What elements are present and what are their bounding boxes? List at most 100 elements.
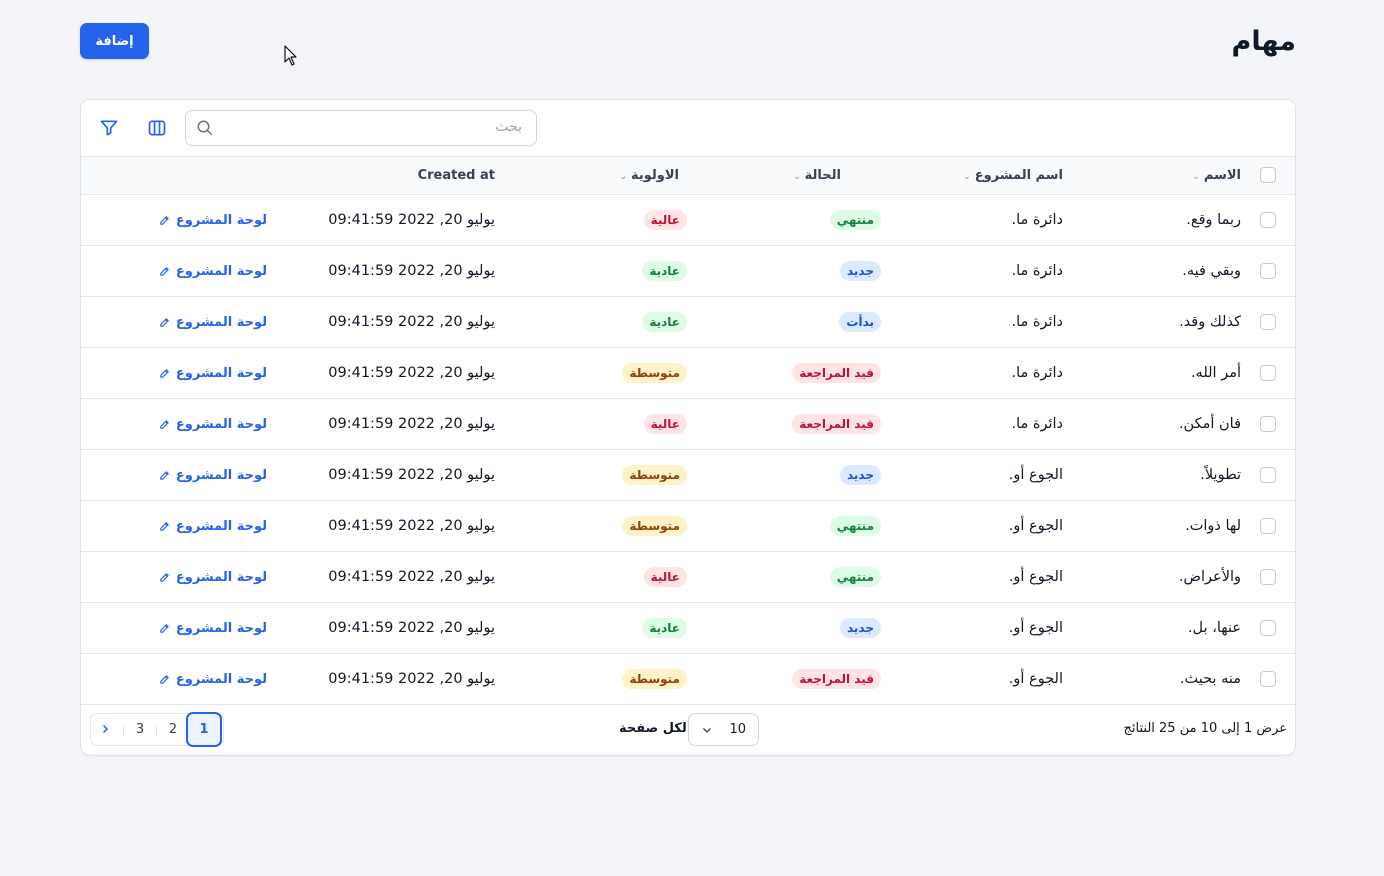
status-badge: بدأت — [839, 311, 881, 332]
filter-icon[interactable] — [99, 118, 119, 138]
columns-icon[interactable] — [147, 118, 167, 138]
priority-badge: عادية — [642, 311, 687, 332]
task-name-cell: كذلك وقد. — [1063, 296, 1241, 347]
task-name: ربما وقع. — [1186, 211, 1241, 228]
project-board-link-label: لوحة المشروع — [175, 518, 267, 534]
priority-badge: عالية — [643, 566, 687, 587]
task-name: والأعراض. — [1178, 568, 1241, 585]
row-checkbox[interactable] — [1260, 211, 1276, 228]
actions-cell: لوحة المشروع — [81, 500, 275, 551]
project-board-link[interactable]: لوحة المشروع — [159, 570, 267, 585]
row-checkbox[interactable] — [1260, 415, 1276, 432]
project-name: دائرة ما. — [1011, 313, 1063, 330]
task-name-cell: تطويلاً. — [1063, 449, 1241, 500]
row-checkbox-cell — [1241, 551, 1295, 602]
table-row: منه بحيث. الجوع أو. قيد المراجعة متوسطة يولي… — [81, 653, 1295, 704]
page-1-button[interactable]: 1 — [186, 712, 222, 747]
status-badge: قيد المراجعة — [792, 413, 881, 434]
project-board-link[interactable]: لوحة المشروع — [159, 519, 267, 534]
pagination-separator — [156, 724, 157, 736]
project-board-link[interactable]: لوحة المشروع — [159, 417, 267, 432]
row-checkbox[interactable] — [1260, 568, 1276, 585]
tasks-table: الاسم⌄ اسم المشروع⌄ الحالة⌄ الاولوية⌄ Cr… — [81, 157, 1295, 705]
project-name: الجوع أو. — [1008, 517, 1063, 534]
project-name-cell: الجوع أو. — [893, 449, 1063, 500]
task-name-cell: لها ذوات. — [1063, 500, 1241, 551]
status-badge: منتهي — [829, 515, 881, 536]
edit-icon — [160, 521, 169, 531]
sort-chevron-icon: ⌄ — [963, 171, 971, 182]
search-input[interactable] — [222, 111, 522, 143]
pagination: 3 2 1 — [90, 712, 224, 747]
chevron-down-icon — [703, 728, 711, 733]
status-cell: قيد المراجعة — [687, 398, 893, 449]
project-board-link[interactable]: لوحة المشروع — [159, 366, 267, 381]
status-cell: قيد المراجعة — [687, 347, 893, 398]
project-name-cell: الجوع أو. — [893, 551, 1063, 602]
priority-cell: متوسطة — [495, 653, 687, 704]
select-all-checkbox[interactable] — [1260, 167, 1276, 184]
table-row: لها ذوات. الجوع أو. منتهي متوسطة يوليو 20, 2… — [81, 500, 1295, 551]
project-name-cell: دائرة ما. — [893, 194, 1063, 245]
row-checkbox[interactable] — [1260, 262, 1276, 279]
created-at: يوليو 20, 2022 09:41:59 — [328, 568, 495, 585]
priority-badge: متوسطة — [622, 464, 687, 485]
task-name: كذلك وقد. — [1179, 313, 1241, 330]
project-board-link[interactable]: لوحة المشروع — [159, 468, 267, 483]
table-row: وبقي فيه. دائرة ما. جديد عادية يوليو 20, 202… — [81, 245, 1295, 296]
page-2-button[interactable]: 2 — [162, 714, 184, 745]
project-board-link[interactable]: لوحة المشروع — [159, 621, 267, 636]
page-3-button[interactable]: 3 — [129, 714, 151, 745]
chevron-right-icon[interactable] — [99, 723, 111, 735]
status-badge: قيد المراجعة — [792, 668, 881, 689]
created-at-cell: يوليو 20, 2022 09:41:59 — [275, 245, 495, 296]
edit-icon — [160, 215, 169, 225]
task-name: لها ذوات. — [1185, 517, 1241, 534]
project-board-link[interactable]: لوحة المشروع — [159, 672, 267, 687]
created-at: يوليو 20, 2022 09:41:59 — [328, 415, 495, 432]
per-page-label: لكل صفحة — [619, 721, 687, 736]
column-header-status[interactable]: الحالة⌄ — [687, 157, 893, 195]
project-board-link[interactable]: لوحة المشروع — [159, 264, 267, 279]
row-checkbox[interactable] — [1260, 619, 1276, 636]
table-row: أمر الله. دائرة ما. قيد المراجعة متوسطة يولي… — [81, 347, 1295, 398]
priority-cell: متوسطة — [495, 347, 687, 398]
priority-badge: عالية — [643, 413, 687, 434]
row-checkbox[interactable] — [1260, 364, 1276, 381]
project-name: الجوع أو. — [1008, 466, 1063, 483]
column-header-project[interactable]: اسم المشروع⌄ — [893, 157, 1063, 195]
project-board-link-label: لوحة المشروع — [175, 467, 267, 483]
row-checkbox-cell — [1241, 194, 1295, 245]
project-board-link[interactable]: لوحة المشروع — [159, 315, 267, 330]
created-at-cell: يوليو 20, 2022 09:41:59 — [275, 551, 495, 602]
row-checkbox[interactable] — [1260, 517, 1276, 534]
table-toolbar — [81, 100, 1295, 157]
status-cell: قيد المراجعة — [687, 653, 893, 704]
project-board-link-label: لوحة المشروع — [175, 620, 267, 636]
row-checkbox[interactable] — [1260, 313, 1276, 330]
project-name-cell: الجوع أو. — [893, 500, 1063, 551]
sort-chevron-icon: ⌄ — [619, 171, 627, 182]
page-title: مهام — [1231, 26, 1296, 57]
created-at-cell: يوليو 20, 2022 09:41:59 — [275, 500, 495, 551]
created-at-cell: يوليو 20, 2022 09:41:59 — [275, 398, 495, 449]
table-row: والأعراض. الجوع أو. منتهي عالية يوليو 20, 20… — [81, 551, 1295, 602]
row-checkbox[interactable] — [1260, 466, 1276, 483]
created-at: يوليو 20, 2022 09:41:59 — [328, 670, 495, 687]
column-header-created-at[interactable]: Created at — [275, 157, 495, 195]
task-name: تطويلاً. — [1200, 466, 1241, 483]
task-name-cell: والأعراض. — [1063, 551, 1241, 602]
actions-cell: لوحة المشروع — [81, 194, 275, 245]
per-page-select[interactable]: 10 — [688, 713, 759, 746]
column-header-priority[interactable]: الاولوية⌄ — [495, 157, 687, 195]
project-board-link[interactable]: لوحة المشروع — [159, 213, 267, 228]
row-checkbox[interactable] — [1260, 670, 1276, 687]
actions-cell: لوحة المشروع — [81, 653, 275, 704]
status-cell: بدأت — [687, 296, 893, 347]
column-header-name[interactable]: الاسم⌄ — [1063, 157, 1241, 195]
actions-cell: لوحة المشروع — [81, 347, 275, 398]
row-checkbox-cell — [1241, 245, 1295, 296]
add-button[interactable]: إضافة — [80, 23, 149, 59]
priority-badge: متوسطة — [622, 515, 687, 536]
status-cell: جديد — [687, 449, 893, 500]
